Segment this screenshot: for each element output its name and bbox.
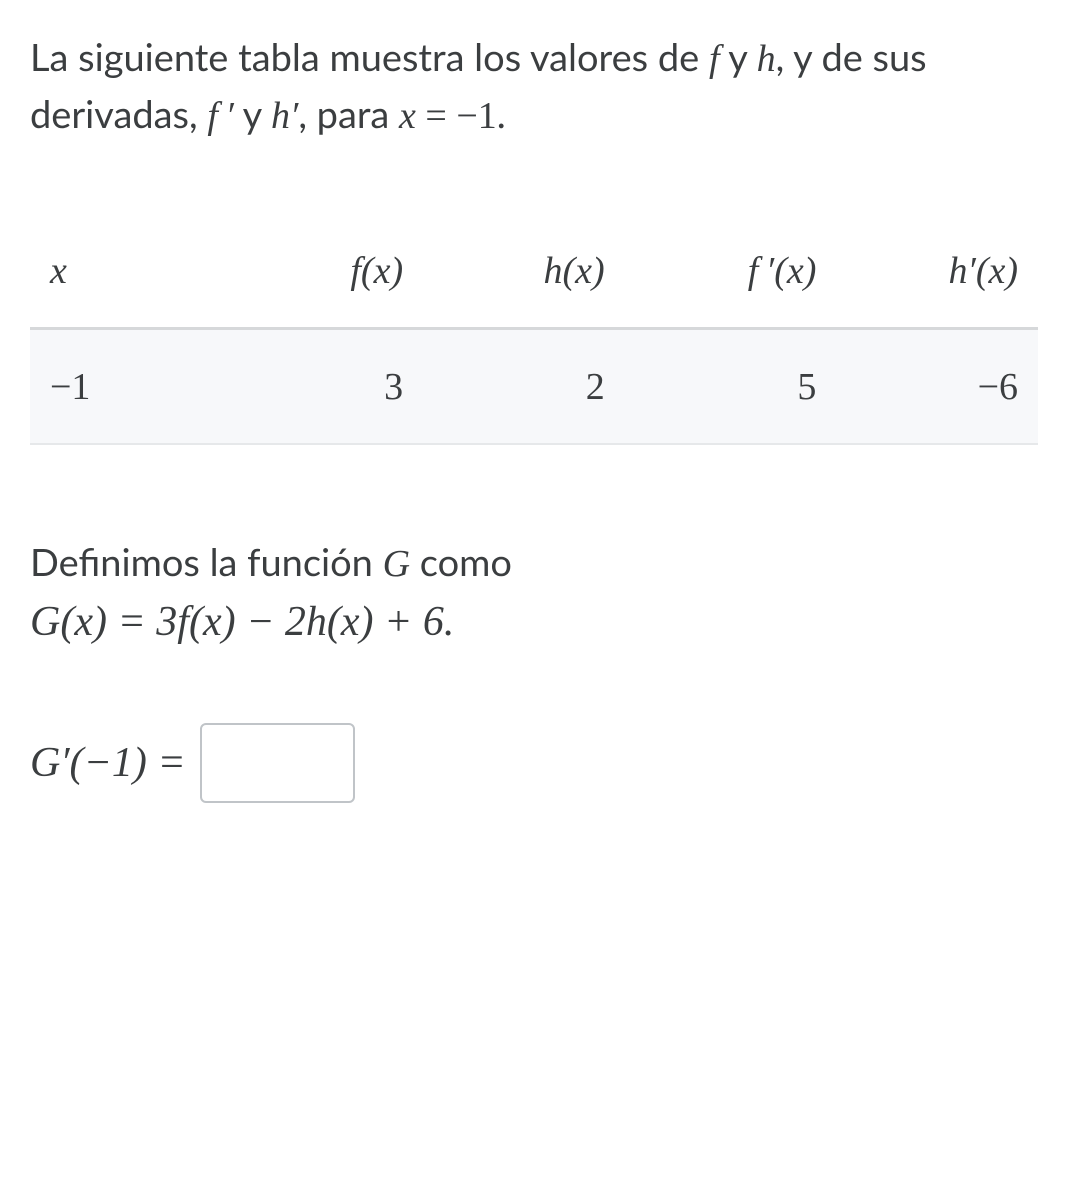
def-formula: G(x) = 3f(x) − 2h(x) + 6.: [30, 599, 454, 645]
col-header-fx: f(x): [211, 214, 423, 329]
question-lhs: G′(−1) =: [30, 733, 186, 794]
intro-eq-eq: =: [416, 95, 456, 137]
cell-hpx: −6: [836, 329, 1038, 445]
intro-and-2: y: [234, 91, 271, 137]
cell-fpx: 5: [625, 329, 837, 445]
def-lead2: como: [410, 539, 512, 585]
cell-x: −1: [30, 329, 211, 445]
cell-x-text: −1: [50, 366, 90, 408]
intro-text-1: La siguiente tabla muestra los valores d…: [30, 34, 709, 80]
table-row: −1 3 2 5 −6: [30, 329, 1038, 445]
cell-hx-text: 2: [586, 366, 605, 408]
intro-and-1: y: [720, 34, 757, 80]
col-header-fpx: f ′(x): [625, 214, 837, 329]
cell-hpx-text: −6: [978, 366, 1018, 408]
intro-eq-rhs: −1: [456, 95, 496, 137]
intro-text-3: , para: [298, 91, 399, 137]
intro-f: f: [709, 38, 720, 80]
g-definition: Definimos la función G como G(x) = 3f(x)…: [30, 535, 1038, 653]
cell-fx: 3: [211, 329, 423, 445]
col-header-hpx: h′(x): [836, 214, 1038, 329]
col-header-hx: h(x): [423, 214, 625, 329]
cell-fpx-text: 5: [797, 366, 816, 408]
header-fpx-text: f ′(x): [748, 250, 817, 292]
header-x-text: x: [50, 250, 67, 292]
intro-h: h: [757, 38, 776, 80]
cell-fx-text: 3: [384, 366, 403, 408]
header-hpx-text: h′(x): [949, 250, 1019, 292]
intro-eq-lhs: x: [399, 95, 416, 137]
def-lead: Definimos la función: [30, 539, 383, 585]
problem-intro: La siguiente tabla muestra los valores d…: [30, 30, 1038, 144]
question-row: G′(−1) =: [30, 723, 1038, 803]
header-hx-text: h(x): [544, 250, 605, 292]
def-G: G: [383, 543, 410, 585]
intro-period: .: [497, 91, 506, 137]
header-fx-text: f(x): [350, 250, 403, 292]
col-header-x: x: [30, 214, 211, 329]
cell-hx: 2: [423, 329, 625, 445]
intro-fprime: f ′: [207, 95, 233, 137]
values-table: x f(x) h(x) f ′(x) h′(x) −1 3 2 5 −6: [30, 214, 1038, 445]
answer-input[interactable]: [200, 723, 355, 803]
intro-hprime: h′: [271, 95, 298, 137]
